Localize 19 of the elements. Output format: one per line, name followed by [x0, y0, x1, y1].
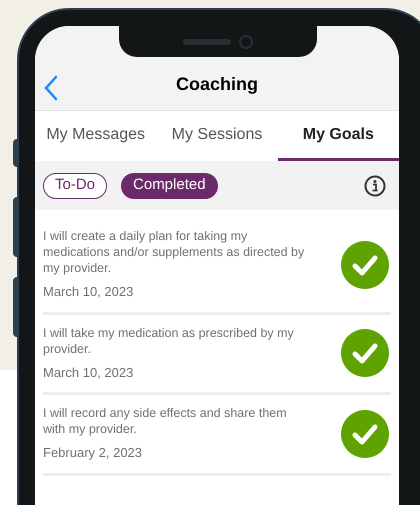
screen-title: Coaching: [176, 73, 258, 96]
speaker-icon: [183, 38, 231, 44]
filter-chip[interactable]: To-Do: [43, 172, 108, 198]
goal-date: March 10, 2023: [43, 364, 134, 382]
info-icon: [364, 174, 386, 196]
tab[interactable]: My Messages: [35, 111, 156, 161]
tab[interactable]: My Sessions: [156, 111, 278, 161]
goal-text: I will create a daily plan for taking my medications and/or supplements as directed by my provider.: [43, 228, 306, 276]
back-icon: [44, 75, 58, 101]
goal-text: I will record any side effects and share them with my provider.: [43, 405, 288, 437]
info-button[interactable]: [363, 174, 387, 198]
goal-date: February 2, 2023: [43, 444, 144, 462]
goal-row[interactable]: I will take my medication as prescribed by my provider. March 10, 2023: [43, 314, 391, 395]
camera-icon: [239, 34, 253, 48]
goal-text: I will take my medication as prescribed by my provider.: [43, 324, 295, 356]
goal-row[interactable]: I will record any side effects and share them with my provider. February 2, 2023: [43, 395, 391, 476]
goal-row[interactable]: I will create a daily plan for taking my medications and/or supplements as directed by my provider. March 10, 2023: [43, 218, 391, 314]
goal-date: March 10, 2023: [43, 283, 134, 301]
filter-chip[interactable]: Completed: [121, 172, 218, 198]
